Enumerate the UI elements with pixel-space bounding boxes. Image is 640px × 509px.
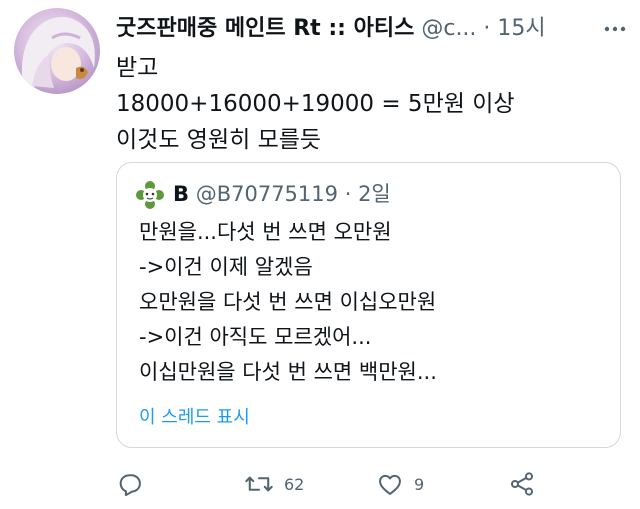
- quoted-text-line: 오만원을 다섯 번 쓰면 이십오만원: [139, 290, 437, 314]
- quoted-tweet-time[interactable]: 2일: [358, 182, 391, 206]
- share-button[interactable]: [508, 466, 536, 502]
- quoted-text-line: ->이건 이제 알겠음: [139, 255, 313, 279]
- tweet-header: 굿즈판매중 메인트 Rt :: 아티스 @c... · 15시: [116, 12, 626, 46]
- author-handle[interactable]: @c...: [421, 16, 476, 41]
- quoted-author-avatar[interactable]: [135, 180, 165, 210]
- quoted-author-handle[interactable]: @B70775119: [196, 182, 338, 206]
- action-bar: 62 9: [116, 466, 616, 502]
- like-icon[interactable]: [376, 470, 404, 498]
- author-name[interactable]: 굿즈판매중 메인트 Rt :: 아티스: [116, 16, 414, 41]
- separator-dot: ·: [344, 182, 352, 206]
- retweet-button[interactable]: 62: [244, 466, 304, 502]
- share-icon[interactable]: [508, 470, 536, 498]
- quoted-text-line: 이십만원을 다섯 번 쓰면 백만원...: [139, 360, 437, 384]
- quoted-tweet-header: B @B70775119 · 2일: [135, 177, 391, 211]
- author-avatar[interactable]: [14, 8, 100, 94]
- tweet[interactable]: 굿즈판매중 메인트 Rt :: 아티스 @c... · 15시 받고 18000…: [0, 0, 640, 509]
- tweet-text-line: 이것도 영원히 모를듯: [116, 127, 322, 153]
- quoted-text-line: ->이건 아직도 모르겠어...: [139, 325, 372, 349]
- retweet-count: 62: [284, 474, 305, 494]
- separator-dot: ·: [483, 16, 491, 41]
- tweet-text: 받고 18000+16000+19000 = 5만원 이상 이것도 영원히 모를…: [116, 50, 616, 158]
- like-count: 9: [414, 474, 425, 494]
- like-button[interactable]: 9: [376, 466, 424, 502]
- quoted-text-line: 만원을...다섯 번 쓰면 오만원: [139, 220, 392, 244]
- reply-button[interactable]: [116, 466, 144, 502]
- tweet-time[interactable]: 15시: [497, 16, 545, 41]
- show-thread-link[interactable]: 이 스레드 표시: [139, 403, 250, 433]
- quoted-tweet[interactable]: B @B70775119 · 2일 만원을...다섯 번 쓰면 오만원 ->이건…: [116, 162, 621, 448]
- tweet-text-line: 18000+16000+19000 = 5만원 이상: [116, 91, 515, 117]
- retweet-icon[interactable]: [244, 470, 274, 498]
- reply-icon[interactable]: [116, 470, 144, 498]
- quoted-tweet-text: 만원을...다섯 번 쓰면 오만원 ->이건 이제 알겠음 오만원을 다섯 번 …: [139, 215, 609, 390]
- tweet-text-line: 받고: [116, 55, 159, 81]
- quoted-author-name[interactable]: B: [173, 182, 189, 206]
